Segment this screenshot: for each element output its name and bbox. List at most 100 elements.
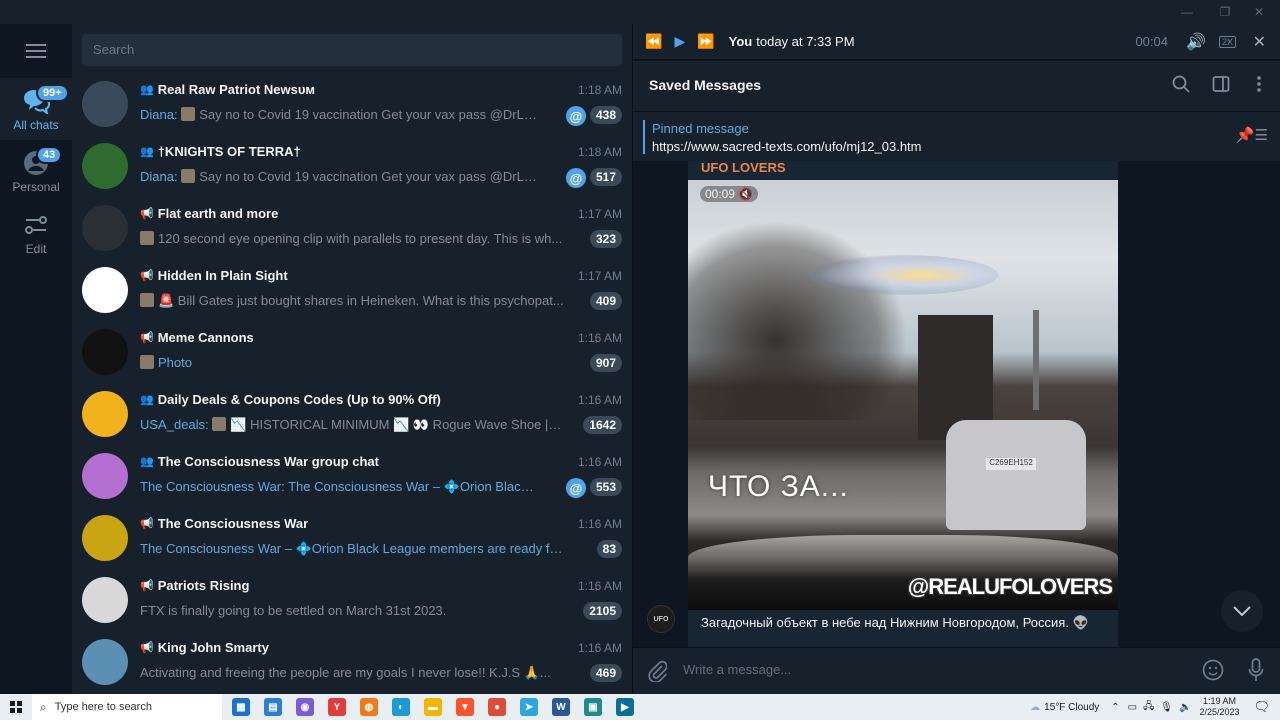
taskbar-app-chrome[interactable]: ● xyxy=(488,698,506,716)
battery-icon[interactable]: ▭ xyxy=(1128,702,1137,713)
tray-expand-icon[interactable]: ⌃ xyxy=(1111,702,1119,713)
chat-list-item[interactable]: 📢 Flat earth and more 1:17 AM 120 second ey… xyxy=(72,198,632,260)
notifications-icon[interactable]: 🗨 xyxy=(1253,699,1270,715)
search-icon: ⌕ xyxy=(40,699,47,714)
chat-preview: USA_deals: 📉 HISTORICAL MINIMUM 📉 👀 Rogu… xyxy=(140,417,564,432)
chat-list-item[interactable]: 📢 Patriots Rising 1:16 AM FTX is finally go… xyxy=(72,570,632,632)
video-scene-ufo xyxy=(808,255,998,295)
chat-list-item[interactable]: 📢 Meme Cannons 1:16 AM Photo 907 xyxy=(72,322,632,384)
player-author[interactable]: You xyxy=(729,34,753,49)
restore-button[interactable]: ❐ xyxy=(1208,0,1242,24)
chat-title: 👥 Daily Deals & Coupons Codes (Up to 90% … xyxy=(140,392,441,407)
folder-edit[interactable]: Edit xyxy=(0,202,72,264)
chat-list-item[interactable]: 👥 †KNIGHTS OF TERRA† 1:18 AM Diana: Say no … xyxy=(72,136,632,198)
taskbar-app-word[interactable]: W xyxy=(552,698,570,716)
player-timestamp: today at 7:33 PM xyxy=(756,34,855,49)
video-preview[interactable]: С269ЕН152 00:09 🔇 ЧТО ЗА... @REALUFOLOVE… xyxy=(688,180,1118,610)
taskbar-app-telegram[interactable]: ➤ xyxy=(520,698,538,716)
taskbar-app-brave[interactable]: ▼ xyxy=(456,698,474,716)
chat-list-item[interactable]: 📢 The Consciousness War 1:16 AM The Conscio… xyxy=(72,508,632,570)
chat-title: 👥 Real Raw Patriot Newsᴜᴍ xyxy=(140,82,316,97)
next-track-icon[interactable]: ⏩ xyxy=(697,33,714,50)
play-icon[interactable]: ▶ xyxy=(674,33,685,50)
speaker-icon[interactable]: 🔈 xyxy=(1179,702,1191,713)
taskbar-app-file-explorer[interactable]: ▤ xyxy=(264,698,282,716)
start-button[interactable] xyxy=(10,701,22,713)
unread-count-badge: 1642 xyxy=(583,416,622,434)
taskbar-app-files[interactable]: ▬ xyxy=(424,698,442,716)
chat-list-panel: Search 👥 Real Raw Patriot Newsᴜᴍ 1:18 AM Di… xyxy=(72,24,632,694)
weather-icon[interactable]: ☁ xyxy=(1030,702,1040,713)
scroll-down-button[interactable] xyxy=(1221,590,1263,632)
chat-title: 👥 The Consciousness War group chat xyxy=(140,454,379,469)
windows-taskbar: ⌕ Type here to search ▦ ▤ ◉ Y ◍ ◐ ▬ ▼ ● ➤ W ▣ ▶ ☁ 15… xyxy=(0,694,1280,720)
search-icon[interactable] xyxy=(1172,75,1190,98)
media-thumbnail xyxy=(181,107,196,121)
chat-list-item[interactable]: 📢 King John Smarty 1:16 AM Activating and f… xyxy=(72,632,632,694)
search-input[interactable]: Search xyxy=(82,34,622,66)
channel-icon: 📢 xyxy=(140,580,154,592)
minimize-button[interactable]: — xyxy=(1170,0,1204,24)
attach-icon[interactable] xyxy=(647,660,668,688)
taskbar-app-screen-recorder[interactable]: ▣ xyxy=(584,698,602,716)
preview-sender: Diana: xyxy=(140,107,178,122)
chat-title: 📢 Flat earth and more xyxy=(140,206,279,221)
chat-title[interactable]: Saved Messages xyxy=(649,77,761,93)
folder-unread-badge: 99+ xyxy=(36,84,69,102)
folder-all-chats[interactable]: 99+ All chats xyxy=(0,78,72,140)
taskbar-app-video-editor[interactable]: ▶ xyxy=(616,698,634,716)
pinned-list-icon[interactable]: 📌☰ xyxy=(1236,126,1268,144)
taskbar-search-placeholder: Type here to search xyxy=(54,701,152,713)
clock[interactable]: 1:19 AM 2/25/2023 xyxy=(1199,696,1239,718)
chat-list-item[interactable]: 👥 Real Raw Patriot Newsᴜᴍ 1:18 AM Diana: Sa… xyxy=(72,74,632,136)
chat-avatar xyxy=(82,81,128,127)
close-window-button[interactable]: ✕ xyxy=(1242,0,1276,24)
weather-text[interactable]: 15°F Cloudy xyxy=(1044,702,1099,713)
playback-speed-button[interactable]: 2X xyxy=(1218,35,1236,48)
message-input[interactable] xyxy=(683,662,1183,677)
microphone-icon[interactable] xyxy=(1248,658,1264,688)
channel-icon: 📢 xyxy=(140,208,154,220)
chat-list-item[interactable]: 📢 Hidden In Plain Sight 1:17 AM 🚨 Bill Gate… xyxy=(72,260,632,322)
previous-track-icon[interactable]: ⏪ xyxy=(645,33,662,50)
window-titlebar: — ❐ ✕ xyxy=(0,0,1280,24)
more-options-icon[interactable] xyxy=(1256,75,1262,98)
taskbar-app-edge[interactable]: ◐ xyxy=(392,698,410,716)
taskbar-app-microsoft-store[interactable]: ▦ xyxy=(232,698,250,716)
sender-avatar[interactable]: UFO xyxy=(647,605,675,633)
chat-avatar xyxy=(82,267,128,313)
chat-time: 1:17 AM xyxy=(577,207,622,221)
chat-list-item[interactable]: 👥 Daily Deals & Coupons Codes (Up to 90% … xyxy=(72,384,632,446)
chat-time: 1:16 AM xyxy=(577,393,622,407)
video-scene-car xyxy=(946,420,1086,530)
chat-time: 1:16 AM xyxy=(577,579,622,593)
close-player-icon[interactable]: ✕ xyxy=(1253,32,1266,52)
unread-count-badge: 438 xyxy=(589,106,622,124)
chat-avatar xyxy=(82,205,128,251)
clock-time: 1:19 AM xyxy=(1202,696,1236,706)
taskbar-search[interactable]: ⌕ Type here to search xyxy=(32,694,222,720)
chat-list-item[interactable]: 👥 The Consciousness War group chat 1:16 AM… xyxy=(72,446,632,508)
channel-icon: 📢 xyxy=(140,270,154,282)
folder-label: All chats xyxy=(13,118,59,132)
taskbar-app-yandex[interactable]: Y xyxy=(328,698,346,716)
emoji-icon[interactable] xyxy=(1202,659,1224,687)
chat-time: 1:16 AM xyxy=(577,331,622,345)
chat-avatar xyxy=(82,577,128,623)
mic-tray-icon[interactable]: 🎙 xyxy=(1160,702,1173,713)
pinned-message-bar[interactable]: Pinned message https://www.sacred-texts.… xyxy=(633,111,1280,161)
volume-icon[interactable]: 🔊 xyxy=(1186,32,1206,52)
sidebar-toggle-icon[interactable] xyxy=(1212,75,1230,98)
forwarded-source[interactable]: UFO LOVERS xyxy=(701,161,786,175)
chat-preview: Diana: Say no to Covid 19 vaccination Ge… xyxy=(140,107,540,122)
video-caption: ЧТО ЗА... xyxy=(708,470,849,503)
taskbar-app-copilot[interactable]: ◉ xyxy=(296,698,314,716)
taskbar-app-firefox[interactable]: ◍ xyxy=(360,698,378,716)
unread-count-badge: 517 xyxy=(589,168,622,186)
group-icon: 👥 xyxy=(140,84,154,96)
main-menu-button[interactable] xyxy=(0,24,72,78)
folder-personal[interactable]: 43 Personal xyxy=(0,140,72,202)
chat-preview: 🚨 Bill Gates just bought shares in Heine… xyxy=(140,293,564,309)
message-composer xyxy=(633,647,1280,694)
network-icon[interactable]: 🖧 xyxy=(1143,699,1154,716)
